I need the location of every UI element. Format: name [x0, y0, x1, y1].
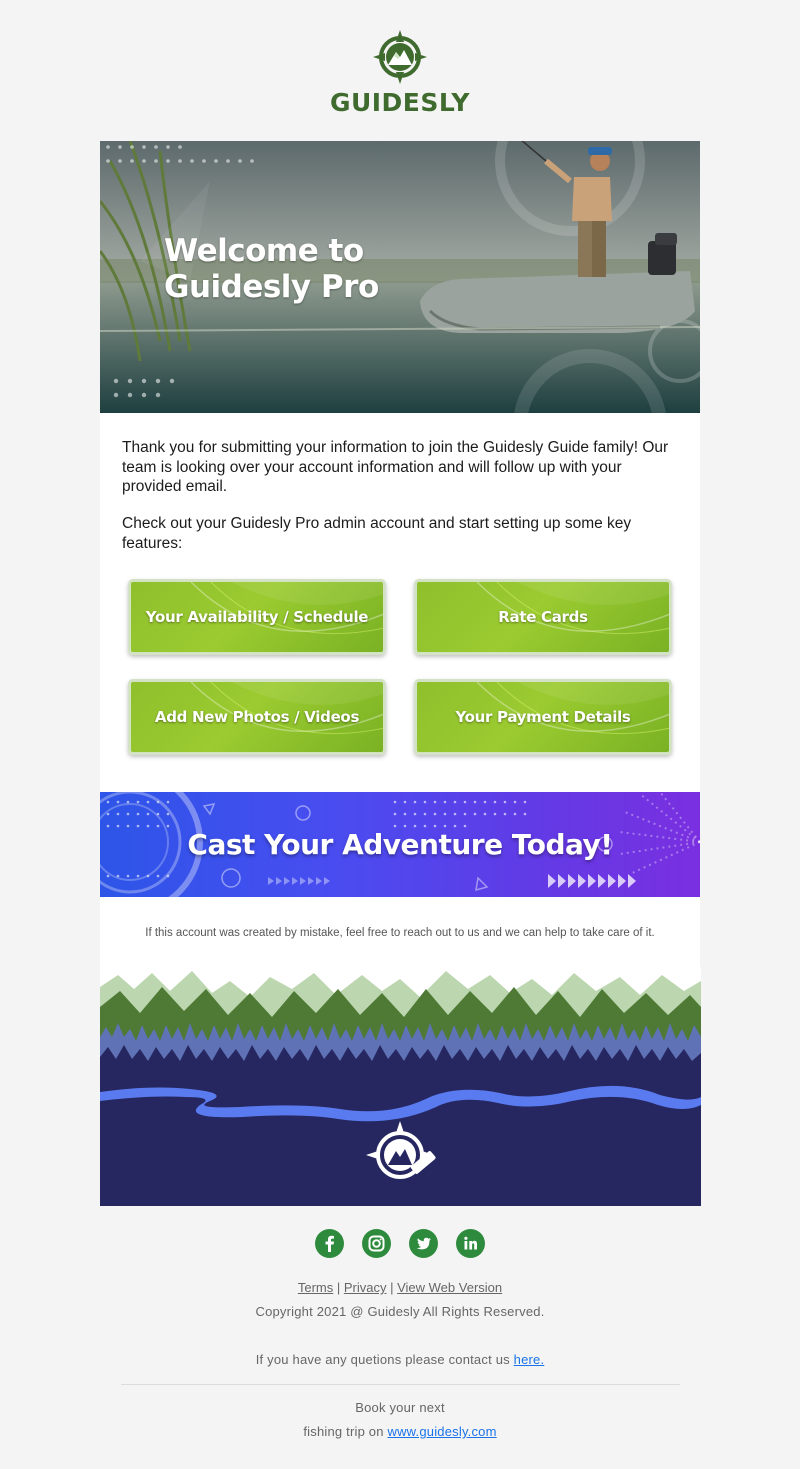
hero-banner: Welcome to Guidesly Pro — [100, 141, 700, 413]
guidesly-website-link[interactable]: www.guidesly.com — [387, 1424, 496, 1439]
availability-schedule-label: Your Availability / Schedule — [145, 608, 369, 626]
contact-line: If you have any quetions please contact … — [0, 1352, 800, 1367]
link-separator: | — [333, 1280, 344, 1295]
social-links — [0, 1229, 800, 1258]
hero-title: Welcome to Guidesly Pro — [164, 233, 379, 305]
key-features-paragraph: Check out your Guidesly Pro admin accoun… — [122, 515, 632, 552]
copyright-text: Copyright 2021 @ Guidesly All Rights Res… — [255, 1304, 545, 1319]
mountain-scene-image — [100, 967, 701, 1206]
content-card: Thank you for submitting your informatio… — [100, 413, 700, 793]
facebook-icon[interactable] — [315, 1229, 344, 1258]
privacy-link[interactable]: Privacy — [344, 1280, 387, 1295]
link-separator: | — [386, 1280, 398, 1295]
book-line-2-prefix: fishing trip on — [303, 1424, 388, 1439]
brand-wordmark: GUIDESLY — [329, 88, 471, 117]
footer-links: Terms | Privacy | View Web Version — [0, 1280, 800, 1295]
web-version-link[interactable]: View Web Version — [397, 1280, 502, 1295]
availability-schedule-button[interactable]: Your Availability / Schedule — [128, 579, 386, 655]
contact-prefix: If you have any quetions please contact … — [255, 1352, 514, 1367]
mistake-note-card: If this account was created by mistake, … — [100, 897, 700, 967]
banner-headline: Cast Your Adventure Today! — [187, 828, 613, 861]
linkedin-icon[interactable] — [456, 1229, 485, 1258]
rate-cards-button[interactable]: Rate Cards — [414, 579, 672, 655]
mistake-note: If this account was created by mistake, … — [145, 927, 655, 939]
header-logo[interactable]: GUIDESLY — [0, 28, 800, 117]
hero-title-line1: Welcome to — [164, 233, 364, 269]
hero-title-line2: Guidesly Pro — [164, 269, 379, 305]
mountain-illustration — [100, 967, 701, 1206]
add-photos-videos-button[interactable]: Add New Photos / Videos — [128, 679, 386, 755]
book-line-2: fishing trip on www.guidesly.com — [0, 1424, 800, 1439]
add-photos-videos-label: Add New Photos / Videos — [154, 708, 360, 726]
book-line-1: Book your next — [355, 1400, 445, 1415]
rate-cards-label: Rate Cards — [498, 608, 588, 626]
terms-link[interactable]: Terms — [298, 1280, 333, 1295]
payment-details-button[interactable]: Your Payment Details — [414, 679, 672, 755]
intro-paragraph: Thank you for submitting your informatio… — [122, 439, 669, 495]
instagram-icon[interactable] — [362, 1229, 391, 1258]
cast-adventure-banner[interactable]: Cast Your Adventure Today! — [100, 792, 700, 897]
compass-mountain-logo-icon — [373, 30, 427, 84]
footer-divider — [121, 1384, 680, 1385]
contact-here-link[interactable]: here. — [514, 1352, 545, 1367]
payment-details-label: Your Payment Details — [455, 708, 631, 726]
twitter-icon[interactable] — [409, 1229, 438, 1258]
